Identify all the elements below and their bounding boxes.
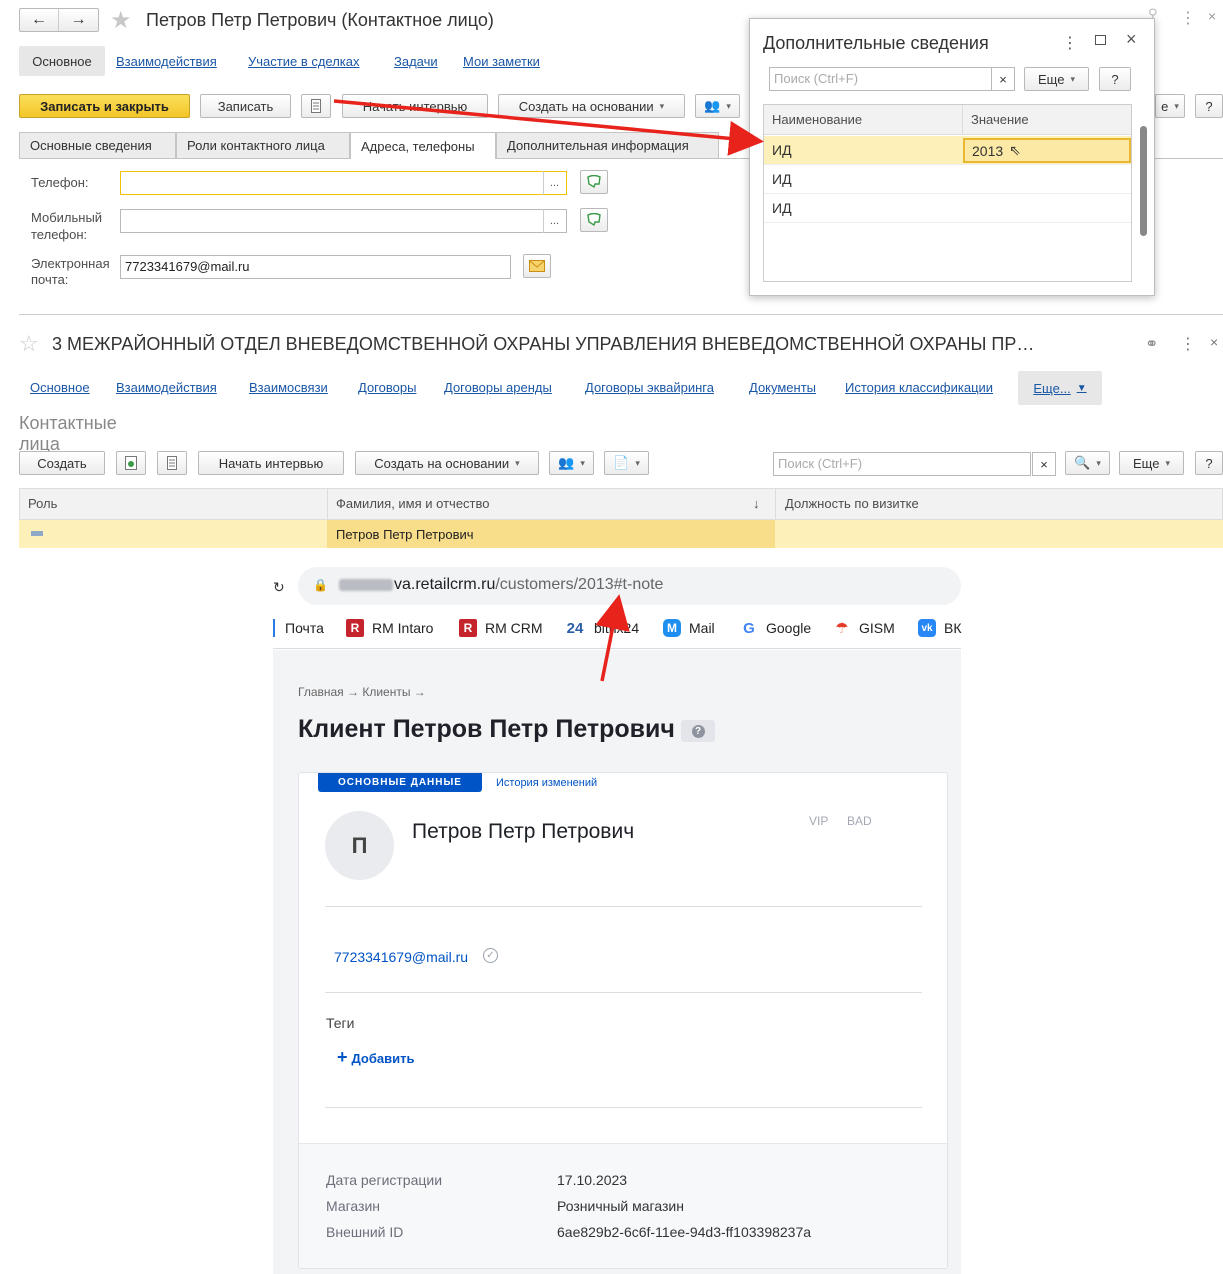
arrow-to-url <box>595 594 630 682</box>
arrow-to-popup <box>333 99 764 156</box>
annotation-arrows <box>333 99 764 682</box>
